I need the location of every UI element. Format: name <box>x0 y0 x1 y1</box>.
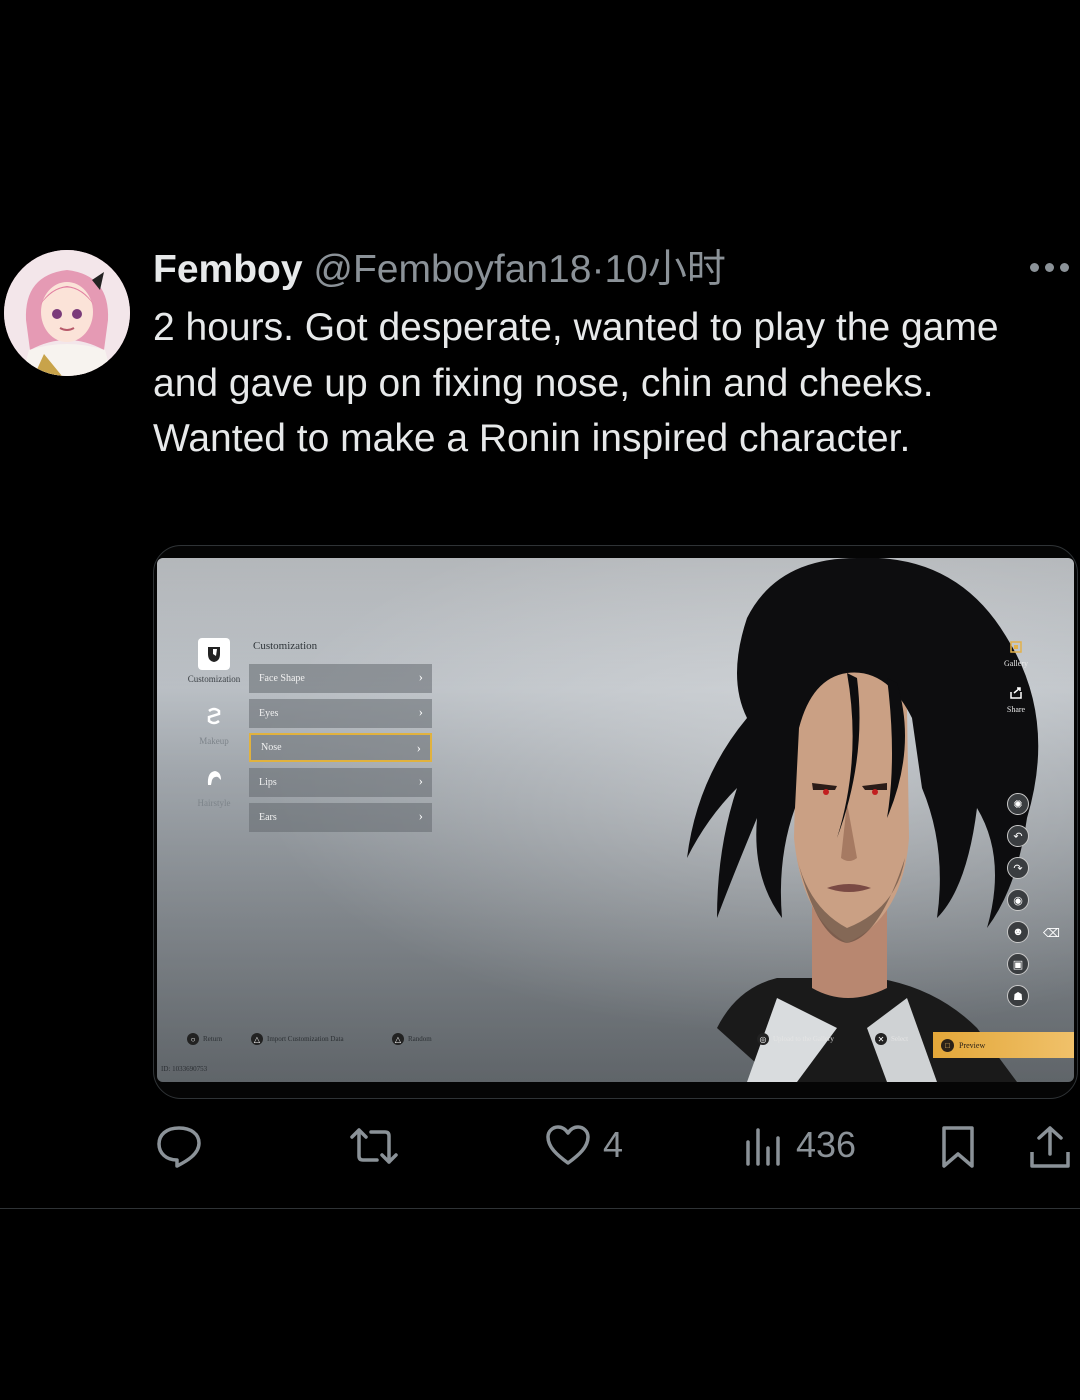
character-portrait <box>687 558 1039 1082</box>
tweet-action-bar: 4 436 <box>0 1118 1080 1178</box>
gallery-label: Gallery <box>1004 659 1028 668</box>
menu-title: Customization <box>253 640 318 652</box>
chevron-right-icon: › <box>418 704 423 719</box>
upload-hint[interactable]: ◎ Upload to the Gallery <box>757 1033 834 1045</box>
display-name[interactable]: Femboy <box>153 248 303 291</box>
game-screenshot: Customization Makeup Hairstyle Customiza… <box>157 558 1074 1082</box>
category-label: Hairstyle <box>197 798 231 808</box>
select-label: Select <box>891 1035 909 1043</box>
like-count: 4 <box>603 1124 624 1165</box>
body-icon[interactable]: ☗ <box>1007 985 1029 1007</box>
select-hint[interactable]: ✕ Select <box>875 1033 908 1045</box>
tweet-divider <box>0 1208 1080 1209</box>
views-button[interactable]: 436 <box>744 1124 856 1166</box>
upload-label: Upload to the Gallery <box>773 1035 834 1043</box>
tweet-time[interactable]: 10小时 <box>604 248 725 291</box>
chevron-right-icon: › <box>418 808 423 823</box>
user-avatar[interactable] <box>4 250 130 376</box>
makeup-icon <box>198 700 230 732</box>
triangle-button-icon: △ <box>251 1033 263 1045</box>
category-label: Customization <box>187 674 241 684</box>
heart-icon <box>546 1125 590 1165</box>
delete-icon[interactable]: ⌫ <box>1043 926 1060 940</box>
menu-item-nose[interactable]: Nose › <box>249 733 432 762</box>
customization-icon <box>198 638 230 670</box>
bookmark-icon <box>942 1126 974 1168</box>
random-label: Random <box>408 1035 432 1043</box>
gallery-icon <box>1010 641 1022 653</box>
tweet-text: 2 hours. Got desperate, wanted to play t… <box>153 306 999 460</box>
share-game-icon <box>1010 687 1022 699</box>
square-button-icon: □ <box>941 1038 954 1052</box>
separator: · <box>591 248 605 291</box>
light-icon[interactable]: ✺ <box>1007 793 1029 815</box>
chevron-right-icon: › <box>416 740 421 755</box>
undo-icon[interactable]: ↶ <box>1007 825 1029 847</box>
tweet-media[interactable]: Customization Makeup Hairstyle Customiza… <box>153 545 1078 1099</box>
circle-button-icon: ○ <box>187 1033 199 1045</box>
menu-item-ears[interactable]: Ears › <box>249 803 432 832</box>
options-button-icon: ◎ <box>757 1033 769 1045</box>
menu-item-label: Ears <box>259 812 277 823</box>
reply-icon <box>157 1126 201 1168</box>
category-makeup[interactable]: Makeup <box>179 700 249 746</box>
portrait-icon[interactable]: ▣ <box>1007 953 1029 975</box>
category-hairstyle[interactable]: Hairstyle <box>179 762 249 808</box>
gallery-button[interactable]: Gallery <box>996 640 1036 668</box>
tweet-header: Femboy @Femboyfan18·10小时 <box>153 248 726 292</box>
menu-item-label: Lips <box>259 777 277 788</box>
views-icon <box>746 1128 780 1166</box>
random-hint[interactable]: △ Random <box>392 1033 432 1045</box>
menu-item-lips[interactable]: Lips › <box>249 768 432 797</box>
touchpad-button-icon: △ <box>392 1033 404 1045</box>
preview-label: Preview <box>959 1040 986 1050</box>
more-options-icon[interactable] <box>1030 252 1075 282</box>
menu-item-label: Eyes <box>259 708 279 719</box>
hairstyle-icon <box>198 762 230 794</box>
cross-button-icon: ✕ <box>875 1033 887 1045</box>
menu-item-face-shape[interactable]: Face Shape › <box>249 664 432 693</box>
retweet-icon <box>350 1128 398 1164</box>
avatar-image <box>4 250 130 376</box>
reply-button[interactable] <box>156 1124 202 1168</box>
like-button[interactable]: 4 <box>545 1124 623 1166</box>
share-icon <box>1030 1126 1070 1168</box>
eye-icon[interactable]: ◉ <box>1007 889 1029 911</box>
menu-item-label: Face Shape <box>259 673 305 684</box>
share-button[interactable] <box>1028 1124 1072 1170</box>
share-label: Share <box>1006 705 1026 714</box>
bookmark-button[interactable] <box>940 1124 976 1170</box>
import-label: Import Customization Data <box>267 1035 344 1043</box>
share-game-button[interactable]: Share <box>996 686 1036 714</box>
user-handle[interactable]: @Femboyfan18 <box>313 248 591 291</box>
import-hint[interactable]: △ Import Customization Data <box>251 1033 344 1045</box>
preview-button[interactable]: □ Preview <box>933 1032 1074 1058</box>
redo-icon[interactable]: ↷ <box>1007 857 1029 879</box>
return-hint[interactable]: ○ Return <box>187 1033 222 1045</box>
retweet-button[interactable] <box>348 1126 400 1166</box>
chevron-right-icon: › <box>418 773 423 788</box>
menu-item-eyes[interactable]: Eyes › <box>249 699 432 728</box>
chevron-right-icon: › <box>418 669 423 684</box>
category-customization[interactable]: Customization <box>179 638 249 684</box>
player-id: ID: 1033690753 <box>161 1065 208 1073</box>
head-icon[interactable]: ☻ <box>1007 921 1029 943</box>
category-label: Makeup <box>199 736 229 746</box>
menu-item-label: Nose <box>261 742 282 753</box>
views-count: 436 <box>796 1124 857 1165</box>
return-label: Return <box>203 1035 223 1043</box>
